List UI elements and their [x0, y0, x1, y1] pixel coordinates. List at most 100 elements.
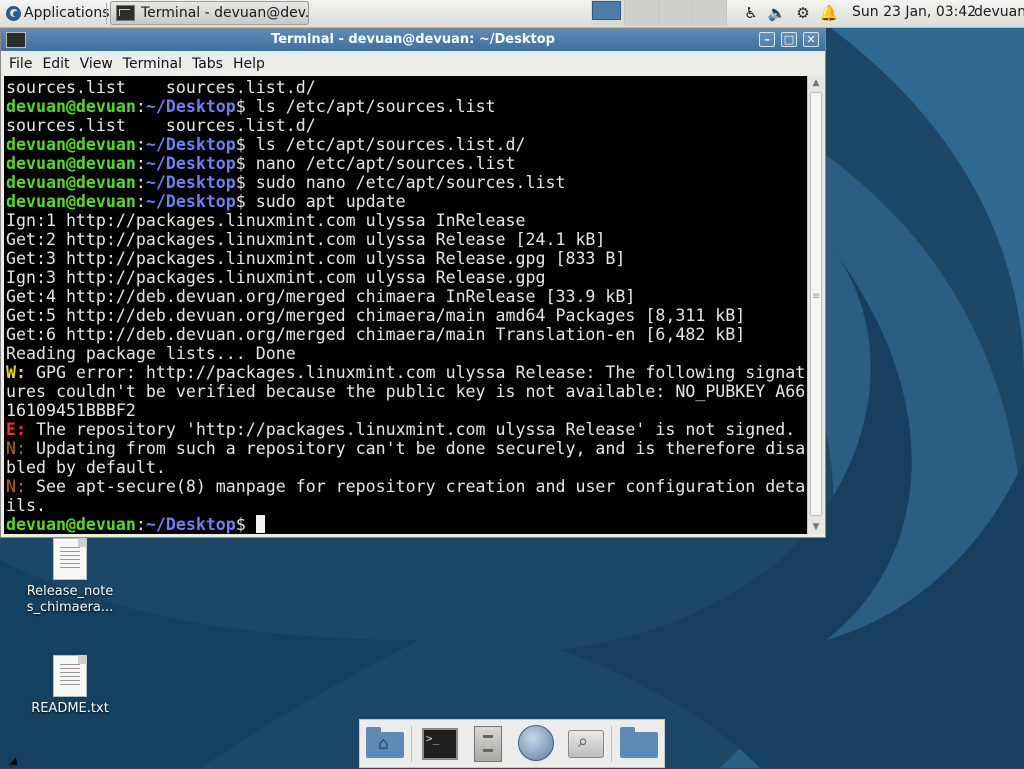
text-document-icon — [53, 655, 87, 697]
user-menu[interactable]: devuan — [974, 4, 1024, 20]
desktop-icon-label: Release_note s_chimaera... — [26, 584, 114, 615]
terminal-line: W: GPG error: http://packages.linuxmint.… — [6, 363, 805, 382]
scrollbar-thumb[interactable] — [810, 92, 822, 516]
terminal-line: 16109451BBBF2 — [6, 401, 136, 420]
terminal-scrollbar[interactable]: ▲ ▼ — [807, 76, 824, 534]
prompt-symbol: $ — [235, 515, 256, 534]
output-text: Get:3 http://packages.linuxmint.com ulys… — [6, 249, 626, 268]
panel-clock[interactable]: Sun 23 Jan, 03:42 — [852, 4, 976, 20]
desktop-icon-release-notes[interactable]: Release_note s_chimaera... — [20, 538, 120, 616]
taskbar-terminal-label: Terminal - devuan@dev... — [141, 5, 309, 21]
system-tray: ♿ 🔈 ⚙ 🔔 — [738, 0, 842, 26]
taskbar-terminal-button[interactable]: Terminal - devuan@dev... — [110, 1, 309, 25]
prompt-user-host: devuan@devuan — [6, 192, 136, 211]
desktop-icon-readme[interactable]: README.txt — [20, 655, 120, 717]
workspace-2[interactable] — [625, 0, 659, 26]
terminal-line: Get:2 http://packages.linuxmint.com ulys… — [6, 230, 605, 249]
prompt-symbol: $ — [235, 192, 256, 211]
menu-tabs[interactable]: Tabs — [186, 56, 227, 72]
terminal-icon — [116, 5, 135, 21]
prompt-user-host: devuan@devuan — [6, 173, 136, 192]
message-text: GPG error: http://packages.linuxmint.com… — [25, 363, 806, 382]
menu-file[interactable]: File — [1, 56, 36, 72]
prompt-colon: : — [135, 135, 146, 154]
prompt-user-host: devuan@devuan — [6, 97, 136, 116]
maximize-button[interactable]: □ — [781, 32, 797, 47]
terminal-line: Ign:3 http://packages.linuxmint.com ulys… — [6, 268, 545, 287]
menubar: File Edit View Terminal Tabs Help — [1, 51, 825, 76]
prompt-symbol: $ — [235, 135, 256, 154]
terminal-line: N: See apt-secure(8) manpage for reposit… — [6, 477, 805, 496]
notifications-bell-icon[interactable]: 🔔 — [816, 0, 842, 26]
output-text: Get:6 http://deb.devuan.org/merged chima… — [6, 325, 746, 344]
prompt-colon: : — [135, 154, 146, 173]
applications-menu[interactable]: Applications — [2, 2, 114, 24]
terminal-line: devuan@devuan:~/Desktop$ sudo nano /etc/… — [6, 173, 565, 192]
text-document-icon — [53, 538, 87, 580]
workspace-switcher — [591, 0, 727, 26]
updates-icon[interactable]: ⚙ — [790, 0, 816, 26]
minimize-button[interactable]: – — [759, 32, 775, 47]
terminal-line: Get:3 http://packages.linuxmint.com ulys… — [6, 249, 625, 268]
prompt-path: ~/Desktop — [145, 173, 236, 192]
workspace-1[interactable] — [591, 0, 625, 26]
dock-home-folder-icon[interactable] — [364, 724, 406, 764]
window-titlebar[interactable]: Terminal - devuan@devuan: ~/Desktop – □ … — [1, 29, 825, 51]
message-tag: E: — [6, 420, 26, 439]
terminal-text: sources.list sources.list.d/ devuan@devu… — [4, 76, 807, 534]
output-text: Ign:3 http://packages.linuxmint.com ulys… — [6, 268, 546, 287]
terminal-line: bled by default. — [6, 458, 166, 477]
command-text: nano /etc/apt/sources.list — [255, 154, 516, 173]
command-text: ls /etc/apt/sources.list.d/ — [255, 135, 526, 154]
prompt-path: ~/Desktop — [145, 154, 236, 173]
message-tag: N: — [6, 477, 26, 496]
prompt-path: ~/Desktop — [145, 515, 236, 534]
prompt-user-host: devuan@devuan — [6, 154, 136, 173]
command-text: ls /etc/apt/sources.list — [255, 97, 496, 116]
dock-files-folder-icon[interactable] — [618, 724, 660, 764]
desktop-icon-label: README.txt — [31, 701, 109, 716]
terminal-line: Get:4 http://deb.devuan.org/merged chima… — [6, 287, 635, 306]
output-text: 16109451BBBF2 — [6, 401, 136, 420]
prompt-path: ~/Desktop — [145, 97, 236, 116]
terminal-cursor — [255, 515, 265, 533]
terminal-line: Reading package lists... Done — [6, 344, 296, 363]
close-button[interactable]: ✕ — [803, 32, 819, 47]
workspace-4[interactable] — [693, 0, 727, 26]
output-text: Reading package lists... Done — [6, 344, 296, 363]
prompt-user-host: devuan@devuan — [6, 515, 136, 534]
output-text: Ign:1 http://packages.linuxmint.com ulys… — [6, 211, 526, 230]
prompt-user-host: devuan@devuan — [6, 135, 136, 154]
dock-file-cabinet-icon[interactable] — [468, 724, 510, 764]
terminal-output[interactable]: sources.list sources.list.d/ devuan@devu… — [4, 76, 807, 534]
dock: >_ — [359, 719, 665, 768]
terminal-line: devuan@devuan:~/Desktop$ sudo apt update — [6, 192, 406, 211]
terminal-line: Get:6 http://deb.devuan.org/merged chima… — [6, 325, 745, 344]
terminal-line: devuan@devuan:~/Desktop$ ls /etc/apt/sou… — [6, 135, 526, 154]
dock-web-browser-icon[interactable] — [515, 724, 557, 764]
message-text: The repository 'http://packages.linuxmin… — [25, 420, 796, 439]
workspace-3[interactable] — [659, 0, 693, 26]
devuan-logo-icon — [6, 5, 21, 21]
accessibility-icon[interactable]: ♿ — [738, 0, 764, 26]
scroll-up-arrow-icon[interactable]: ▲ — [808, 76, 824, 90]
volume-icon[interactable]: 🔈 — [764, 0, 790, 26]
terminal-line: Ign:1 http://packages.linuxmint.com ulys… — [6, 211, 526, 230]
menu-help[interactable]: Help — [227, 56, 269, 72]
scroll-down-arrow-icon[interactable]: ▼ — [808, 520, 824, 534]
output-text: Get:5 http://deb.devuan.org/merged chima… — [6, 306, 746, 325]
terminal-line: ils. — [6, 496, 46, 515]
prompt-colon: : — [135, 515, 146, 534]
prompt-symbol: $ — [235, 97, 256, 116]
terminal-line: Get:5 http://deb.devuan.org/merged chima… — [6, 306, 745, 325]
dock-terminal-icon[interactable]: >_ — [420, 724, 462, 764]
terminal-line: sources.list sources.list.d/ — [6, 116, 316, 135]
menu-terminal[interactable]: Terminal — [117, 56, 186, 72]
message-text: See apt-secure(8) manpage for repository… — [25, 477, 806, 496]
prompt-path: ~/Desktop — [145, 135, 236, 154]
dock-search-icon[interactable] — [565, 724, 607, 764]
applications-label: Applications — [24, 5, 110, 21]
menu-edit[interactable]: Edit — [36, 56, 73, 72]
terminal-line: devuan@devuan:~/Desktop$ — [6, 515, 265, 534]
menu-view[interactable]: View — [74, 56, 117, 72]
